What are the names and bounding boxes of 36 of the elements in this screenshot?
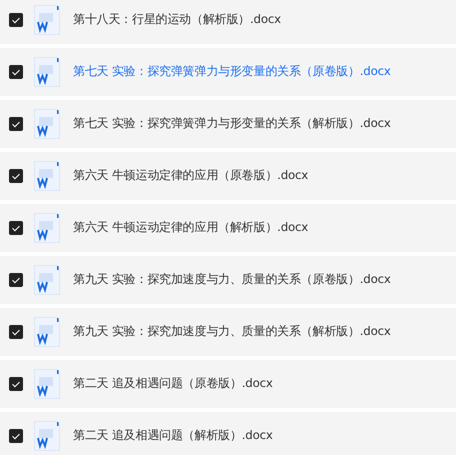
file-name: 第九天 实验：探究加速度与力、质量的关系（原卷版）.docx	[73, 272, 391, 288]
checkbox[interactable]	[9, 117, 23, 131]
word-document-icon	[34, 369, 60, 399]
file-name: 第九天 实验：探究加速度与力、质量的关系（解析版）.docx	[73, 324, 391, 340]
file-name: 第十八天：行星的运动（解析版）.docx	[73, 12, 281, 28]
file-row[interactable]: 第二天 追及相遇问题（原卷版）.docx	[0, 360, 456, 408]
word-document-icon	[34, 213, 60, 243]
file-row[interactable]: 第二天 追及相遇问题（解析版）.docx	[0, 412, 456, 455]
file-row[interactable]: 第十八天：行星的运动（解析版）.docx	[0, 0, 456, 44]
checkbox[interactable]	[9, 377, 23, 391]
file-name: 第二天 追及相遇问题（原卷版）.docx	[73, 376, 273, 392]
file-name: 第七天 实验：探究弹簧弹力与形变量的关系（解析版）.docx	[73, 116, 391, 132]
word-document-icon	[34, 109, 60, 139]
file-row[interactable]: 第九天 实验：探究加速度与力、质量的关系（原卷版）.docx	[0, 256, 456, 304]
word-document-icon	[34, 161, 60, 191]
checkbox[interactable]	[9, 169, 23, 183]
word-document-icon	[34, 421, 60, 451]
file-row[interactable]: 第七天 实验：探究弹簧弹力与形变量的关系（解析版）.docx	[0, 100, 456, 148]
word-document-icon	[34, 317, 60, 347]
checkbox[interactable]	[9, 429, 23, 443]
file-name: 第六天 牛顿运动定律的应用（原卷版）.docx	[73, 168, 308, 184]
word-document-icon	[34, 265, 60, 295]
file-row[interactable]: 第六天 牛顿运动定律的应用（原卷版）.docx	[0, 152, 456, 200]
checkbox[interactable]	[9, 325, 23, 339]
checkbox[interactable]	[9, 65, 23, 79]
checkbox[interactable]	[9, 13, 23, 27]
word-document-icon	[34, 5, 60, 35]
checkbox[interactable]	[9, 221, 23, 235]
checkbox[interactable]	[9, 273, 23, 287]
file-name: 第六天 牛顿运动定律的应用（解析版）.docx	[73, 220, 308, 236]
file-name: 第七天 实验：探究弹簧弹力与形变量的关系（原卷版）.docx	[73, 64, 391, 80]
file-name: 第二天 追及相遇问题（解析版）.docx	[73, 428, 273, 444]
file-row[interactable]: 第六天 牛顿运动定律的应用（解析版）.docx	[0, 204, 456, 252]
word-document-icon	[34, 57, 60, 87]
file-row[interactable]: 第九天 实验：探究加速度与力、质量的关系（解析版）.docx	[0, 308, 456, 356]
file-row[interactable]: 第七天 实验：探究弹簧弹力与形变量的关系（原卷版）.docx	[0, 48, 456, 96]
